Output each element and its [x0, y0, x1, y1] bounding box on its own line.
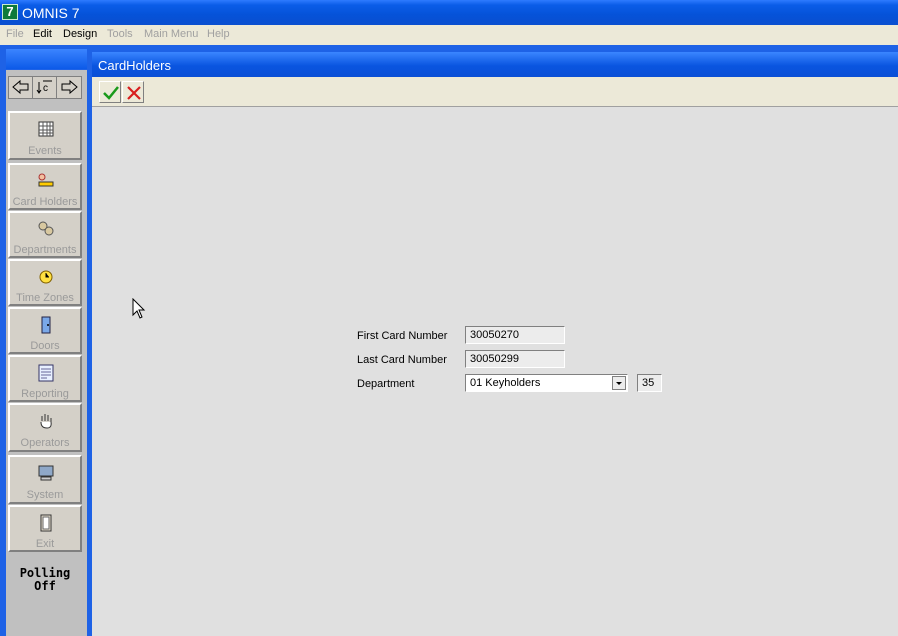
hand-icon — [40, 414, 52, 429]
sidebar-item-operators[interactable]: Operators — [8, 403, 82, 452]
window-toolbar — [92, 77, 898, 107]
polling-status-line2: Off — [34, 579, 56, 593]
menu-bar: File Edit Design Tools Main Menu Help — [0, 25, 898, 45]
menu-design[interactable]: Design — [63, 28, 97, 40]
department-dropdown-value: 01 Keyholders — [470, 377, 541, 389]
window-title: CardHolders — [98, 58, 171, 73]
sidebar-item-exit[interactable]: Exit — [8, 505, 82, 552]
polling-status: Polling Off — [8, 567, 82, 593]
sidebar-item-label: Events — [28, 145, 62, 157]
chevron-down-icon[interactable] — [612, 376, 626, 390]
events-grid-icon — [38, 121, 54, 137]
menu-file[interactable]: File — [6, 28, 24, 40]
last-card-number-label: Last Card Number — [357, 354, 447, 366]
form-content-area — [92, 107, 898, 636]
clock-icon — [39, 270, 53, 284]
sidebar-item-reporting[interactable]: Reporting — [8, 355, 82, 402]
cancel-x-icon — [127, 86, 141, 100]
sidebar-item-events[interactable]: Events — [8, 111, 82, 160]
menu-tools[interactable]: Tools — [107, 28, 133, 40]
cancel-button[interactable] — [122, 81, 144, 103]
back-button[interactable] — [9, 77, 33, 98]
sidebar-item-doors[interactable]: Doors — [8, 307, 82, 354]
app-logo-icon: 7 — [2, 4, 18, 20]
card-holder-icon — [38, 173, 54, 187]
mouse-cursor-icon — [132, 298, 146, 319]
reload-c-icon: c — [36, 80, 52, 94]
departments-icon — [38, 221, 54, 236]
exit-door-icon — [40, 514, 52, 532]
svg-text:c: c — [43, 83, 48, 94]
menu-main-menu[interactable]: Main Menu — [144, 28, 198, 40]
sidebar-item-label: Card Holders — [12, 196, 78, 208]
sidebar-item-label: Reporting — [21, 388, 69, 400]
reload-button[interactable]: c — [33, 77, 57, 98]
department-label: Department — [357, 378, 415, 390]
sidebar-item-time-zones[interactable]: Time Zones — [8, 259, 82, 306]
app-title: OMNIS 7 — [22, 5, 80, 21]
nav-button-group: c — [8, 76, 82, 99]
door-icon — [41, 316, 51, 334]
sidebar-item-system[interactable]: System — [8, 455, 82, 504]
menu-help[interactable]: Help — [207, 28, 230, 40]
first-card-number-field[interactable]: 30050270 — [465, 326, 565, 344]
sidebar-header — [6, 49, 87, 69]
checkmark-icon — [103, 86, 119, 100]
last-card-number-field[interactable]: 30050299 — [465, 350, 565, 368]
department-dropdown[interactable]: 01 Keyholders — [465, 374, 628, 392]
report-icon — [38, 364, 54, 382]
forward-button[interactable] — [57, 77, 81, 98]
computer-icon — [38, 465, 54, 481]
menu-edit[interactable]: Edit — [33, 28, 52, 40]
window-title-bar: CardHolders — [92, 52, 898, 77]
department-count-field: 35 — [637, 374, 662, 392]
sidebar-item-label: Departments — [13, 244, 77, 256]
first-card-number-label: First Card Number — [357, 330, 448, 342]
sidebar-item-label: Time Zones — [16, 292, 74, 304]
arrow-left-icon — [12, 79, 29, 95]
sidebar-item-label: Doors — [30, 340, 60, 352]
sidebar-item-label: Exit — [35, 538, 55, 550]
sidebar-item-label: System — [26, 489, 64, 501]
sidebar-item-label: Operators — [20, 437, 70, 449]
ok-button[interactable] — [99, 81, 121, 103]
arrow-right-icon — [61, 79, 78, 95]
sidebar-item-departments[interactable]: Departments — [8, 211, 82, 258]
app-title-bar: 7 OMNIS 7 — [0, 0, 898, 25]
sidebar-item-card-holders[interactable]: Card Holders — [8, 163, 82, 210]
